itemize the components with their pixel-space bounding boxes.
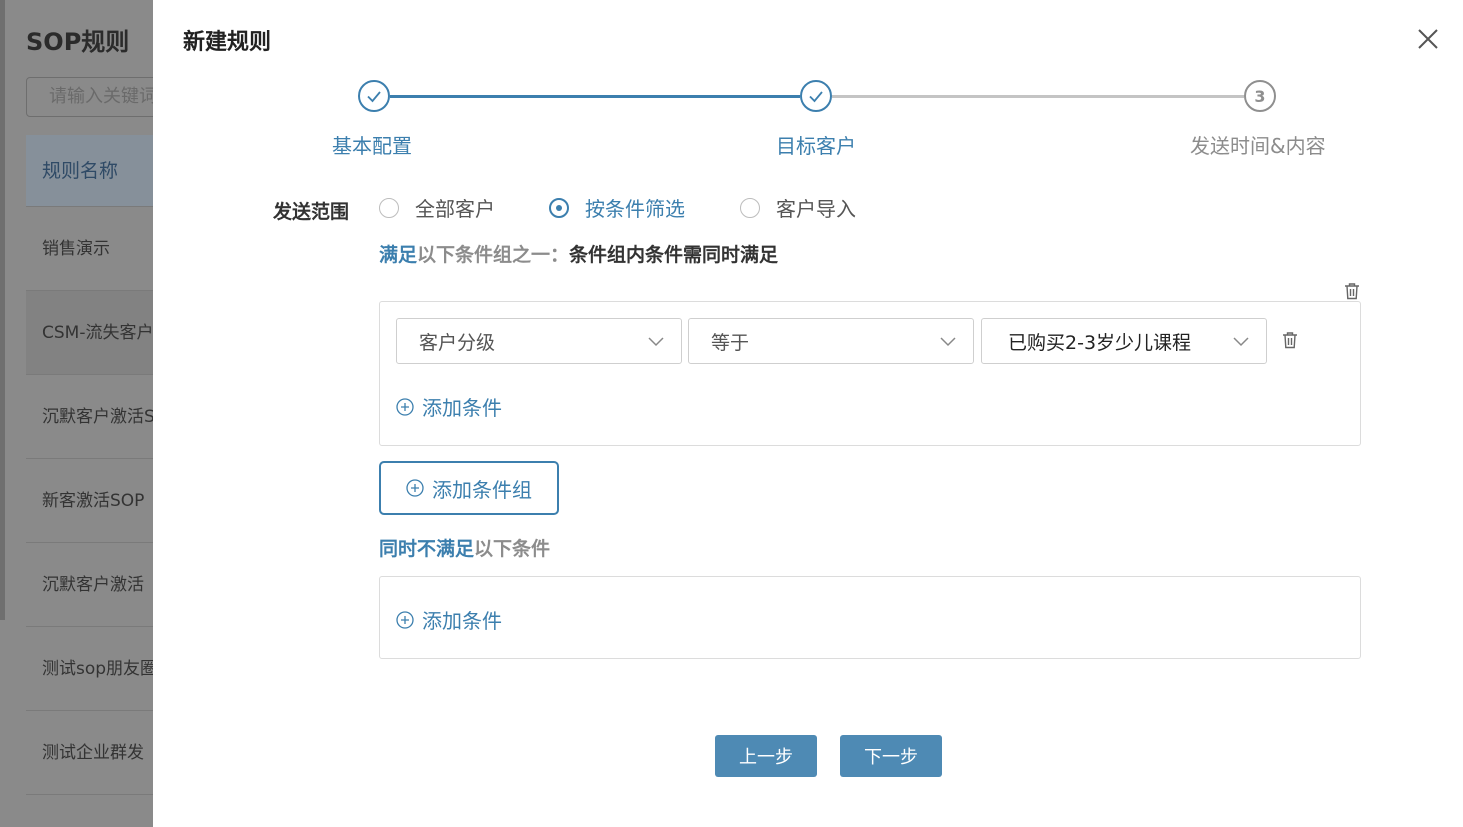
step-2-label: 目标客户 [776, 134, 856, 158]
step-2-check-icon [800, 80, 832, 112]
rules-table: 规则名称 销售演示 CSM-流失客户 沉默客户激活SOP 新客激活SOP 沉默客… [26, 135, 166, 795]
exclude-hint: 同时不满足以下条件 [379, 538, 551, 560]
table-row: 沉默客户激活 [26, 543, 166, 627]
chevron-down-icon [940, 337, 956, 347]
radio-all-customers[interactable]: 全部客户 [379, 193, 495, 222]
send-scope-label: 发送范围 [273, 201, 350, 223]
background-scrollbar [0, 0, 5, 620]
add-exclude-condition-button[interactable]: 添加条件 [396, 605, 502, 634]
radio-filter-by-condition[interactable]: 按条件筛选 [549, 193, 685, 222]
condition-group: 客户分级 等于 已购买2-3岁少儿课程 添加条件 [379, 301, 1361, 446]
table-row: 销售演示 [26, 207, 166, 291]
table-header: 规则名称 [26, 135, 166, 207]
table-row: 沉默客户激活SOP [26, 375, 166, 459]
radio-circle [379, 197, 399, 218]
step-3-label: 发送时间&内容 [1190, 134, 1326, 158]
radio-circle [740, 197, 760, 218]
plus-circle-icon [406, 479, 424, 497]
step-connector-1 [390, 95, 800, 98]
new-rule-drawer: 新建规则 3 基本配置 目标客户 发送时间&内容 发送范围 全部客户 按条件筛选… [153, 0, 1463, 827]
plus-circle-icon [396, 397, 414, 416]
radio-label: 按条件筛选 [585, 197, 685, 221]
background-page: SOP规则 请输入关键词 规则名称 销售演示 CSM-流失客户 沉默客户激活SO… [0, 0, 176, 827]
next-step-button[interactable]: 下一步 [840, 735, 942, 777]
radio-label: 客户导入 [776, 197, 856, 221]
step-1-label: 基本配置 [332, 134, 412, 158]
add-condition-button[interactable]: 添加条件 [396, 392, 502, 421]
radio-customer-import[interactable]: 客户导入 [740, 193, 856, 222]
step-1-check-icon [358, 80, 390, 112]
drawer-title: 新建规则 [183, 30, 272, 55]
include-hint: 满足以下条件组之一：条件组内条件需同时满足 [379, 244, 779, 266]
field-select[interactable]: 客户分级 [396, 318, 682, 364]
add-condition-group-button[interactable]: 添加条件组 [379, 461, 559, 515]
exclude-condition-box: 添加条件 [379, 576, 1361, 659]
plus-circle-icon [396, 610, 414, 629]
close-icon[interactable] [1416, 27, 1440, 51]
page-title: SOP规则 [26, 28, 130, 56]
value-select[interactable]: 已购买2-3岁少儿课程 [981, 318, 1267, 364]
prev-step-button[interactable]: 上一步 [715, 735, 817, 777]
table-row: 测试企业群发 [26, 711, 166, 795]
operator-select[interactable]: 等于 [688, 318, 974, 364]
delete-condition-trash-icon[interactable] [1280, 330, 1300, 350]
table-row: CSM-流失客户 [26, 291, 166, 375]
table-row: 新客激活SOP [26, 459, 166, 543]
table-row: 测试sop朋友圈 [26, 627, 166, 711]
delete-group-trash-icon[interactable] [1342, 281, 1362, 301]
chevron-down-icon [648, 337, 664, 347]
radio-label: 全部客户 [415, 197, 495, 221]
chevron-down-icon [1233, 337, 1249, 347]
radio-circle [549, 197, 569, 218]
step-connector-2 [832, 95, 1244, 98]
step-3-number: 3 [1244, 80, 1276, 112]
